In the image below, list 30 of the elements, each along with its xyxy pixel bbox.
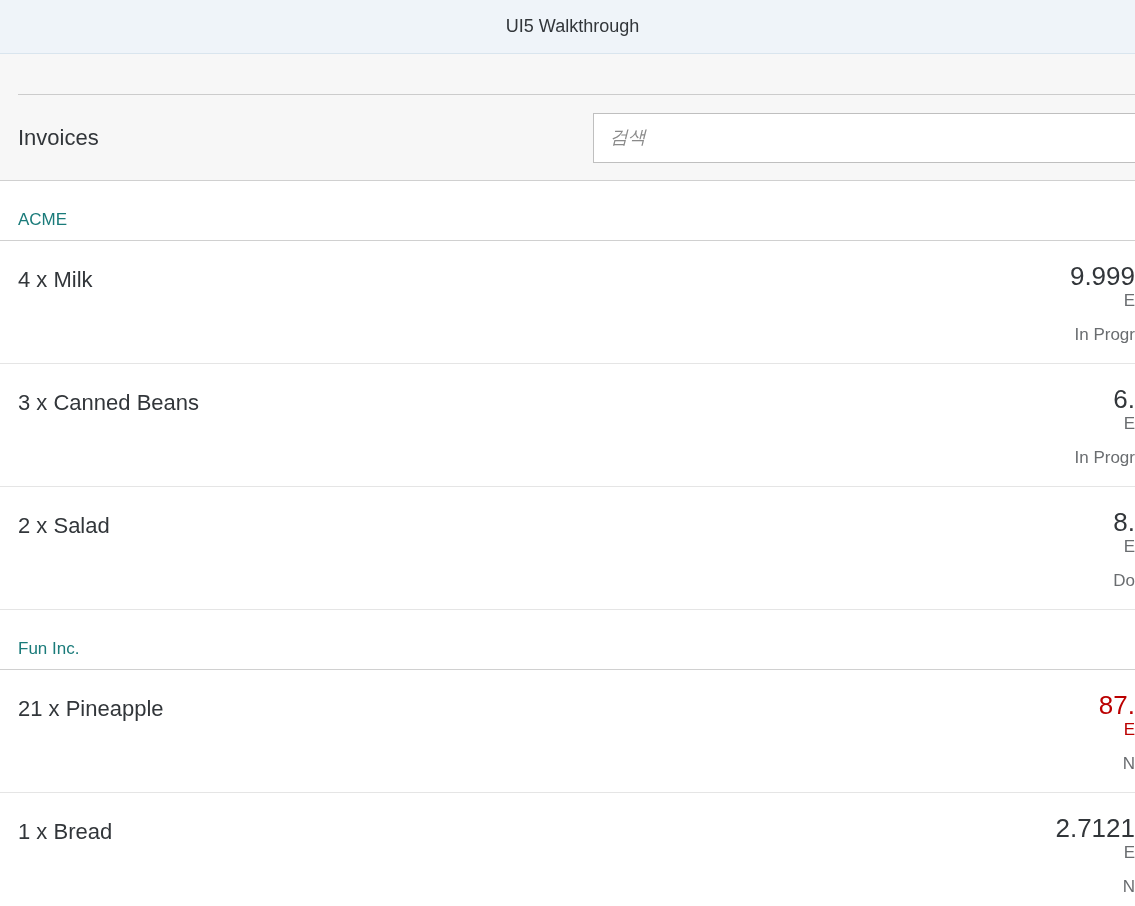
item-title: 2 x Salad [18, 512, 110, 540]
group-header: Fun Inc. [18, 637, 80, 660]
search-field[interactable]: 검색 [593, 112, 1135, 163]
group-header: ACME [18, 208, 68, 231]
item-status: Do [1113, 570, 1135, 592]
item-currency: E [1123, 291, 1135, 311]
item-title: 3 x Canned Beans [18, 389, 200, 417]
invoice-item[interactable]: 1 x Bread 2.7121 E N [0, 793, 1135, 906]
item-status: N [1122, 876, 1135, 898]
invoice-item[interactable]: 2 x Salad 8. E Do [0, 487, 1135, 610]
invoice-item[interactable]: 4 x Milk 9.999 E In Progr [0, 241, 1135, 364]
item-currency: E [1123, 720, 1135, 740]
item-price: 8. [1113, 507, 1135, 537]
item-title: 1 x Bread [18, 818, 113, 846]
item-title: 4 x Milk [18, 266, 93, 294]
item-currency: E [1123, 843, 1135, 863]
item-currency: E [1123, 414, 1135, 434]
item-title: 21 x Pineapple [18, 695, 164, 723]
item-status: N [1122, 753, 1135, 775]
item-price: 6. [1113, 384, 1135, 414]
item-price: 9.999 [1069, 261, 1135, 291]
item-price: 87. [1098, 690, 1135, 720]
list-title: Invoices [18, 124, 100, 152]
item-status: In Progr [1074, 324, 1135, 346]
window-title: UI5 Walkthrough [505, 15, 640, 38]
item-currency: E [1123, 537, 1135, 557]
invoice-item[interactable]: 21 x Pineapple 87. E N [0, 670, 1135, 793]
item-status: In Progr [1074, 447, 1135, 469]
invoice-item[interactable]: 3 x Canned Beans 6. E In Progr [0, 364, 1135, 487]
item-price: 2.7121 [1055, 813, 1135, 843]
